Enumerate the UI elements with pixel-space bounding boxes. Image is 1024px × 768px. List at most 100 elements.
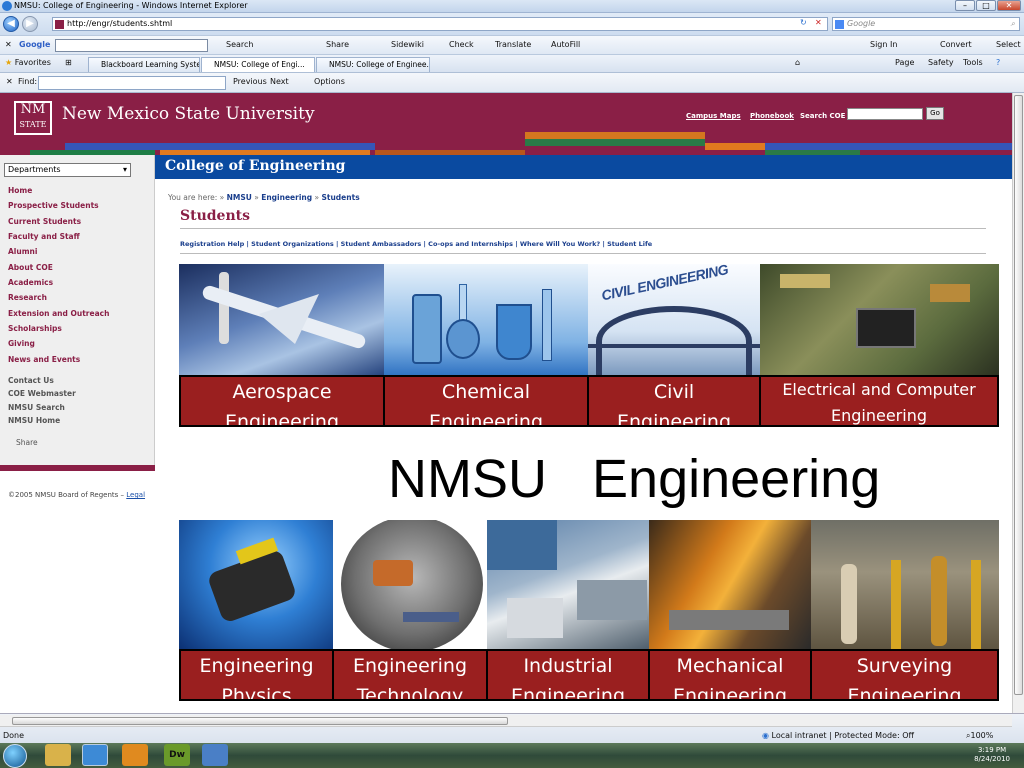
technology-label[interactable]: Engineering Technology — [332, 649, 488, 701]
nav-prospective-students[interactable]: Prospective Students — [8, 201, 99, 210]
phonebook-link[interactable]: Phonebook — [750, 112, 794, 120]
scroll-thumb[interactable] — [1014, 95, 1023, 695]
civil-label[interactable]: Civil Engineering — [587, 375, 761, 427]
horizontal-scrollbar[interactable] — [0, 715, 1012, 727]
scroll-thumb[interactable] — [12, 717, 508, 725]
nav-current-students[interactable]: Current Students — [8, 217, 81, 226]
divider — [180, 228, 986, 229]
nav-about-coe[interactable]: About COE — [8, 263, 53, 272]
nav-coe-webmaster[interactable]: COE Webmaster — [8, 389, 76, 398]
nav-giving[interactable]: Giving — [8, 339, 35, 348]
favorites-button[interactable]: ★ Favorites — [5, 58, 51, 67]
magnifier-icon[interactable]: ⌕ — [1011, 18, 1015, 30]
ie-taskbar-icon[interactable] — [82, 744, 108, 766]
left-footer-bar — [0, 465, 155, 471]
google-search-button[interactable]: Search — [226, 40, 253, 49]
nav-home[interactable]: Home — [8, 186, 32, 195]
campus-maps-link[interactable]: Campus Maps — [686, 112, 741, 120]
breadcrumb-engineering[interactable]: Engineering — [261, 193, 312, 202]
refresh-icon[interactable]: ↻ — [800, 18, 807, 27]
surveying-label[interactable]: Surveying Engineering — [810, 649, 999, 701]
outlook-icon[interactable] — [122, 744, 148, 766]
explorer-icon[interactable] — [45, 744, 71, 766]
find-input[interactable] — [38, 76, 226, 90]
physics-label[interactable]: Engineering Physics — [179, 649, 334, 701]
share-button[interactable]: Share — [326, 40, 349, 49]
find-next-button[interactable]: Next — [270, 77, 289, 86]
google-toolbar: ✕ Google Search Share Sidewiki Check Tra… — [0, 35, 1024, 55]
sign-in-button[interactable]: Sign In — [870, 40, 897, 49]
breadcrumb-nmsu[interactable]: NMSU — [227, 193, 252, 202]
status-bar: Done ◉ Local intranet | Protected Mode: … — [0, 713, 1024, 743]
start-button[interactable] — [3, 744, 27, 768]
breadcrumb: You are here: » NMSU » Engineering » Stu… — [168, 193, 360, 202]
autofill-button[interactable]: AutoFill — [551, 40, 580, 49]
chevron-down-icon: ▾ — [122, 165, 127, 174]
zoom-level[interactable]: ⌕100% — [966, 731, 993, 741]
electrical-computer-label[interactable]: Electrical and Computer Engineering — [759, 375, 999, 427]
google-icon — [835, 20, 844, 29]
taskbar: Dw 3:19 PM 8/24/2010 — [0, 743, 1024, 768]
find-previous-button[interactable]: Previous — [233, 77, 267, 86]
nav-scholarships[interactable]: Scholarships — [8, 324, 62, 333]
tab-nmsu-1[interactable]: NMSU: College of Engi... — [201, 57, 315, 72]
copyright: ©2005 NMSU Board of Regents – Legal — [8, 491, 146, 499]
close-button[interactable]: ✕ — [997, 0, 1021, 11]
breadcrumb-students[interactable]: Students — [321, 193, 359, 202]
status-text: Done — [3, 731, 25, 740]
home-icon[interactable]: ⌂ — [795, 58, 800, 67]
nav-alumni[interactable]: Alumni — [8, 247, 37, 256]
departments-select[interactable]: Departments ▾ — [4, 163, 131, 177]
safety-menu[interactable]: Safety — [928, 58, 954, 67]
chemical-label[interactable]: Chemical Engineering — [383, 375, 589, 427]
nav-academics[interactable]: Academics — [8, 278, 53, 287]
forward-button[interactable]: ▶ — [22, 16, 38, 32]
convert-button[interactable]: Convert — [940, 40, 972, 49]
electrical-image — [760, 264, 999, 376]
nav-faculty-staff[interactable]: Faculty and Staff — [8, 232, 80, 241]
college-title: College of Engineering — [165, 158, 346, 174]
dreamweaver-icon[interactable]: Dw — [164, 744, 190, 766]
stop-icon[interactable]: ✕ — [815, 18, 822, 27]
search-input[interactable]: Google ⌕ — [832, 17, 1020, 31]
google-search-input[interactable] — [55, 39, 208, 52]
technology-image — [333, 520, 487, 650]
sidewiki-button[interactable]: Sidewiki — [391, 40, 424, 49]
student-subnav[interactable]: Registration Help | Student Organization… — [180, 240, 652, 248]
maximize-button[interactable]: □ — [976, 0, 996, 11]
search-coe-input[interactable] — [847, 108, 923, 120]
nav-contact-us[interactable]: Contact Us — [8, 376, 54, 385]
page-menu[interactable]: Page — [895, 58, 914, 67]
nav-research[interactable]: Research — [8, 293, 47, 302]
go-button[interactable]: Go — [926, 107, 944, 120]
back-button[interactable]: ◀ — [3, 16, 19, 32]
minimize-button[interactable]: – — [955, 0, 975, 11]
legal-link[interactable]: Legal — [126, 491, 145, 499]
itunes-icon[interactable] — [202, 744, 228, 766]
tab-blackboard[interactable]: Blackboard Learning System — [88, 57, 200, 72]
nav-nmsu-search[interactable]: NMSU Search — [8, 403, 65, 412]
nmsu-logo[interactable]: NM STATE — [14, 101, 52, 135]
aerospace-label[interactable]: Aerospace Engineering — [179, 375, 385, 427]
check-button[interactable]: Check — [449, 40, 474, 49]
nav-extension-outreach[interactable]: Extension and Outreach — [8, 309, 109, 318]
vertical-scrollbar[interactable] — [1012, 93, 1024, 713]
nav-news-events[interactable]: News and Events — [8, 355, 80, 364]
help-icon[interactable]: ? — [996, 58, 1000, 67]
find-options-button[interactable]: Options — [314, 77, 345, 86]
translate-button[interactable]: Translate — [495, 40, 531, 49]
address-bar: ◀ ▶ http://engr/students.shtml ↻ ✕ Googl… — [0, 13, 1024, 35]
tools-menu[interactable]: Tools — [963, 58, 983, 67]
share-link[interactable]: Share — [16, 438, 38, 447]
mechanical-label[interactable]: Mechanical Engineering — [648, 649, 812, 701]
system-clock[interactable]: 3:19 PM 8/24/2010 — [974, 746, 1010, 764]
close-find-icon[interactable]: ✕ — [6, 77, 13, 86]
nav-nmsu-home[interactable]: NMSU Home — [8, 416, 60, 425]
google-logo: Google — [19, 40, 51, 49]
industrial-label[interactable]: Industrial Engineering — [486, 649, 650, 701]
quick-tabs-icon[interactable]: ⊞ — [65, 58, 72, 67]
tab-nmsu-2[interactable]: NMSU: College of Enginee... — [316, 57, 430, 72]
close-toolbar-icon[interactable]: ✕ — [5, 40, 12, 49]
select-button[interactable]: Select — [996, 40, 1021, 49]
url-input[interactable]: http://engr/students.shtml — [52, 17, 828, 31]
